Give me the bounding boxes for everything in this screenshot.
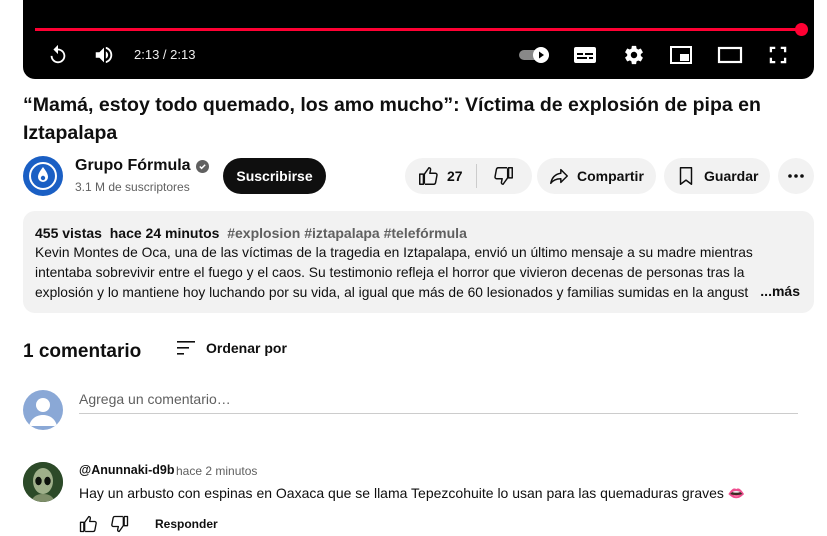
volume-icon[interactable] [91,42,117,68]
comment-like-icon[interactable] [77,514,99,534]
description-meta: 455 vistas hace 24 minutos #explosion #i… [35,223,802,243]
save-label: Guardar [704,168,759,184]
settings-icon[interactable] [621,42,647,68]
like-dislike-group: 27 [405,158,532,194]
replay-icon[interactable] [45,42,71,68]
comment-dislike-icon[interactable] [109,514,131,534]
add-comment-input[interactable]: Agrega un comentario… [79,391,798,414]
share-icon [550,168,568,185]
commenter-avatar[interactable] [23,462,63,502]
comment-actions [77,514,131,534]
comment-text: Hay un arbusto con espinas en Oaxaca que… [79,485,746,501]
verified-icon [195,159,209,173]
user-avatar [23,390,63,430]
time-display: 2:13 / 2:13 [134,47,196,62]
subtitles-icon[interactable] [572,42,598,68]
bookmark-icon [679,167,693,185]
like-button[interactable]: 27 [405,158,472,194]
save-button[interactable]: Guardar [664,158,770,194]
more-actions-button[interactable] [778,158,814,194]
more-horizontal-icon [788,174,804,178]
comments-count: 1 comentario [23,341,142,362]
channel-name[interactable]: Grupo Fórmula [75,157,209,175]
sort-button[interactable]: Ordenar por [176,339,287,357]
share-label: Compartir [577,168,644,184]
hashtags[interactable]: #explosion #iztapalapa #telefórmula [227,225,467,241]
theater-icon[interactable] [716,42,744,68]
video-player[interactable]: 2:13 / 2:13 [23,0,814,79]
video-title: “Mamá, estoy todo quemado, los amo mucho… [23,94,761,144]
share-button[interactable]: Compartir [537,158,656,194]
comment-time[interactable]: hace 2 minutos [176,464,257,478]
reply-button[interactable]: Responder [155,517,218,531]
progress-scrubber[interactable] [795,23,808,36]
description-box[interactable]: 455 vistas hace 24 minutos #explosion #i… [23,211,814,313]
channel-avatar[interactable] [23,156,63,196]
sort-label: Ordenar por [206,340,287,356]
autoplay-toggle-icon[interactable] [517,42,553,68]
channel-name-text[interactable]: Grupo Fórmula [75,157,191,175]
miniplayer-icon[interactable] [668,42,694,68]
thumbs-up-icon [419,167,438,185]
description-text: Kevin Montes de Oca, una de las víctimas… [35,245,753,300]
subscriber-count: 3.1 M de suscriptores [75,180,190,194]
like-count: 27 [447,168,463,184]
fullscreen-icon[interactable] [765,42,791,68]
view-count: 455 vistas [35,225,102,241]
thumbs-down-icon [494,167,514,185]
show-more-link[interactable]: ...más [756,281,800,301]
dislike-button[interactable] [477,158,532,194]
sort-icon [177,341,195,355]
progress-bar[interactable] [35,23,808,36]
upload-age: hace 24 minutos [109,225,220,241]
subscribe-button[interactable]: Suscribirse [223,158,326,194]
comment-author[interactable]: @Anunnaki-d9b [79,463,175,477]
